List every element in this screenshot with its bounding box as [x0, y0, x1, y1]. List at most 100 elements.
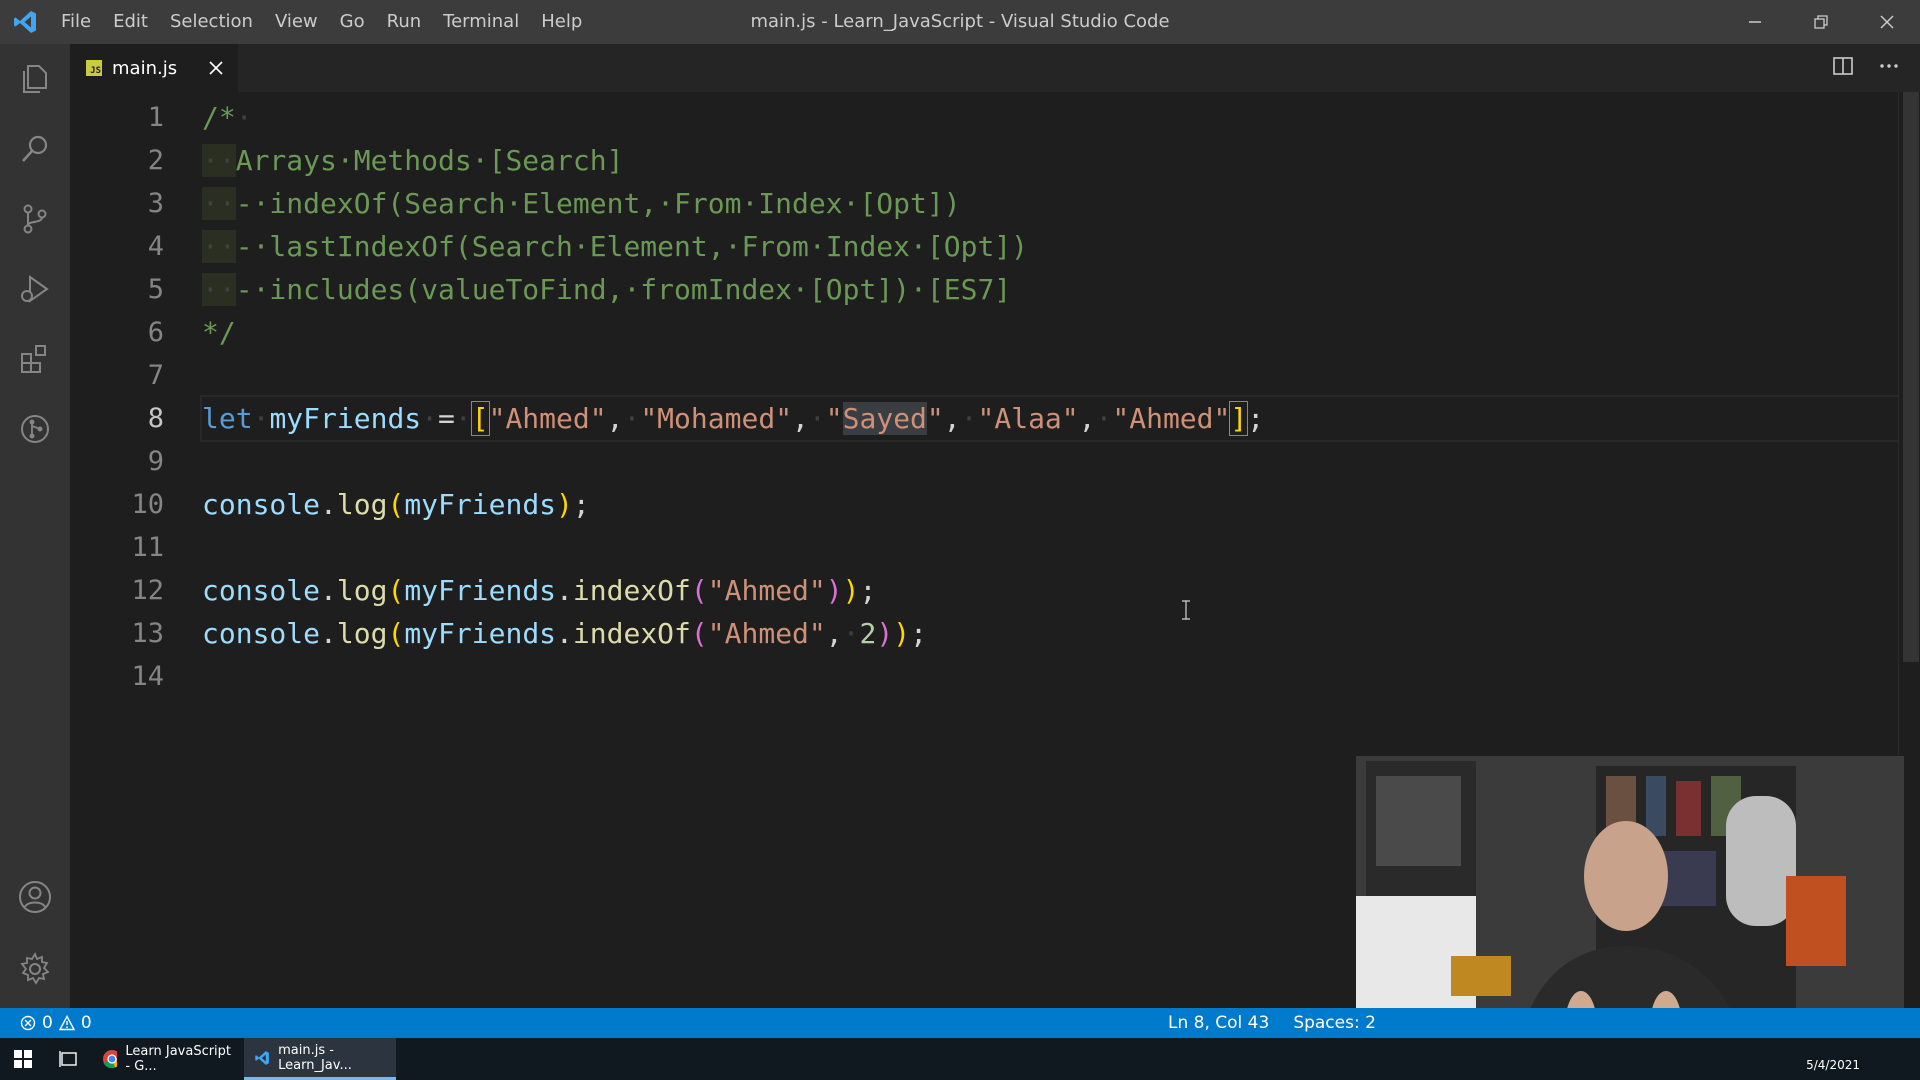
- task-view-button[interactable]: [46, 1038, 92, 1080]
- string-token: "Mohamed": [640, 402, 793, 435]
- more-actions-button[interactable]: [1878, 55, 1900, 81]
- warning-icon: [58, 1015, 75, 1031]
- function-token: log: [336, 488, 388, 521]
- line-number: 11: [131, 532, 164, 563]
- line-number: 13: [131, 618, 164, 649]
- function-token: indexOf: [572, 574, 691, 607]
- operator-token: =: [438, 402, 455, 435]
- close-icon: [1880, 15, 1894, 29]
- menu-view[interactable]: View: [264, 0, 329, 44]
- split-editor-button[interactable]: [1832, 55, 1854, 81]
- cursor-position[interactable]: Ln 8, Col 43: [1168, 1013, 1269, 1033]
- comment-token: /*: [202, 101, 236, 134]
- line-number: 3: [147, 188, 164, 219]
- menu-selection[interactable]: Selection: [159, 0, 264, 44]
- problems-indicator[interactable]: 0 0: [20, 1008, 92, 1038]
- menu-edit[interactable]: Edit: [102, 0, 159, 44]
- keyword-token: let: [202, 402, 253, 435]
- taskbar-app-vscode[interactable]: main.js - Learn_Jav...: [244, 1038, 396, 1080]
- number-token: 2: [859, 617, 877, 650]
- close-icon: [209, 61, 223, 75]
- git-graph-icon[interactable]: [0, 394, 70, 464]
- source-control-icon[interactable]: [0, 184, 70, 254]
- close-window-button[interactable]: [1854, 0, 1920, 44]
- vscode-icon: [255, 1050, 269, 1065]
- run-debug-icon[interactable]: [0, 254, 70, 324]
- variable-token: myFriends: [269, 402, 422, 435]
- taskbar-app-label: Learn JavaScript - G...: [125, 1044, 232, 1074]
- account-icon[interactable]: [0, 862, 70, 932]
- minimize-icon: [1749, 21, 1761, 23]
- tab-bar: JS main.js: [70, 44, 1920, 92]
- tab-label: main.js: [112, 57, 178, 79]
- string-token: "Ahmed": [707, 574, 826, 607]
- menu-run[interactable]: Run: [376, 0, 433, 44]
- string-token: "Ahmed": [1112, 402, 1231, 435]
- string-token: ": [926, 402, 944, 435]
- title-bar: File Edit Selection View Go Run Terminal…: [0, 0, 1920, 44]
- error-icon: [20, 1015, 36, 1031]
- function-token: log: [336, 617, 388, 650]
- system-clock[interactable]: 5/4/2021: [1806, 1042, 1860, 1072]
- function-token: log: [336, 574, 388, 607]
- task-view-icon: [59, 1051, 77, 1067]
- code-line: console.log(myFriends);: [202, 488, 590, 521]
- code-line: ··-·indexOf(Search·Element,·From·Index·[…: [202, 187, 961, 220]
- variable-token: console: [202, 574, 321, 607]
- error-count: 0: [42, 1013, 53, 1033]
- warning-count: 0: [80, 1013, 92, 1033]
- line-number: 7: [147, 360, 164, 391]
- taskbar-app-label: main.js - Learn_Jav...: [278, 1042, 352, 1073]
- code-line: console.log(myFriends.indexOf("Ahmed",·2…: [202, 617, 927, 650]
- vscode-logo-icon: [0, 0, 50, 44]
- start-button[interactable]: [0, 1038, 46, 1080]
- menu-bar: File Edit Selection View Go Run Terminal…: [50, 0, 593, 44]
- string-token: "Ahmed": [707, 617, 826, 650]
- menu-help[interactable]: Help: [530, 0, 593, 44]
- window-controls: [1722, 0, 1920, 44]
- line-number: 6: [147, 317, 164, 348]
- code-line-current: let·myFriends·=·["Ahmed",·"Mohamed",·"Sa…: [200, 395, 1904, 442]
- menu-file[interactable]: File: [50, 0, 102, 44]
- code-area[interactable]: /*· ··Arrays·Methods·[Search] ··-·indexO…: [200, 92, 1904, 698]
- settings-gear-icon[interactable]: [0, 934, 70, 1004]
- indentation-setting[interactable]: Spaces: 2: [1293, 1013, 1376, 1033]
- variable-token: myFriends: [404, 617, 557, 650]
- windows-taskbar: Learn JavaScript - G... main.js - Learn_…: [0, 1038, 1920, 1080]
- explorer-icon[interactable]: [0, 44, 70, 114]
- string-token: "Alaa": [977, 402, 1079, 435]
- split-editor-icon: [1833, 57, 1853, 75]
- string-token: ": [825, 402, 843, 435]
- scrollbar-thumb[interactable]: [1903, 92, 1919, 662]
- restore-button[interactable]: [1788, 0, 1854, 44]
- code-line: ··-·lastIndexOf(Search·Element,·From·Ind…: [202, 230, 1029, 263]
- line-number: 5: [147, 274, 164, 305]
- line-number-gutter: 1 2 3 4 5 6 7 8 9 10 11 12 13 14: [70, 92, 170, 698]
- comment-token: -·indexOf(Search·Element,·From·Index·[Op…: [235, 187, 961, 220]
- extensions-icon[interactable]: [0, 324, 70, 394]
- tab-main-js[interactable]: JS main.js: [70, 44, 238, 92]
- string-token: "Ahmed": [488, 402, 607, 435]
- menu-go[interactable]: Go: [329, 0, 376, 44]
- variable-token: myFriends: [404, 488, 557, 521]
- minimize-button[interactable]: [1722, 0, 1788, 44]
- selected-text: Sayed: [842, 402, 927, 435]
- status-right: Ln 8, Col 43 Spaces: 2: [1168, 1008, 1376, 1038]
- editor-actions: [1832, 44, 1900, 92]
- menu-terminal[interactable]: Terminal: [432, 0, 530, 44]
- search-icon[interactable]: [0, 114, 70, 184]
- code-line: /*·: [202, 101, 253, 134]
- ellipsis-icon: [1880, 64, 1898, 68]
- activity-bar: [0, 44, 70, 1008]
- chrome-icon: [103, 1050, 118, 1069]
- code-line: ··-·includes(valueToFind,·fromIndex·[Opt…: [202, 273, 1012, 306]
- variable-token: console: [202, 617, 321, 650]
- comment-token: -·lastIndexOf(Search·Element,·From·Index…: [235, 230, 1029, 263]
- line-number: 4: [147, 231, 164, 262]
- restore-icon: [1814, 15, 1828, 29]
- tab-close-button[interactable]: [204, 56, 228, 80]
- variable-token: myFriends: [404, 574, 557, 607]
- taskbar-app-chrome[interactable]: Learn JavaScript - G...: [92, 1038, 244, 1080]
